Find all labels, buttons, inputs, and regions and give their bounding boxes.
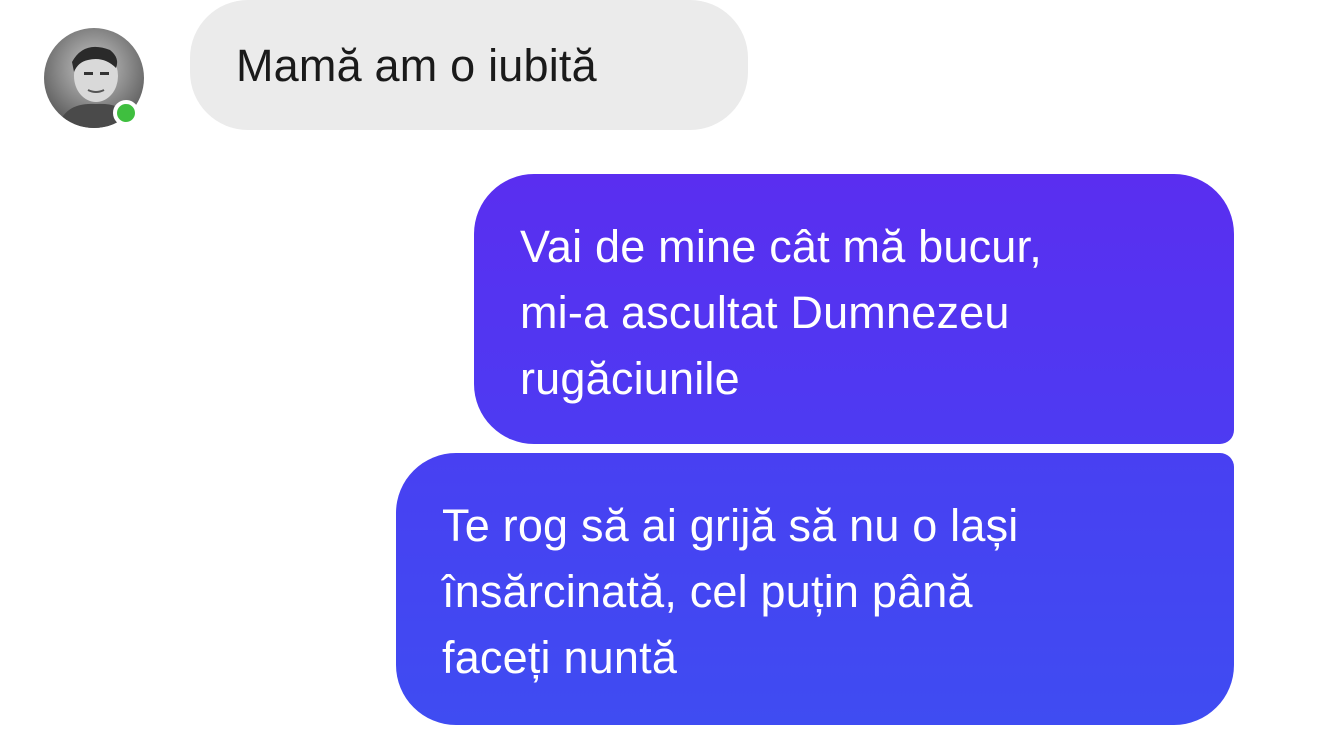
outgoing-message-bubble[interactable]: Te rog să ai grijă să nu o lași însărcin… xyxy=(396,453,1234,725)
chat-thread: Mamă am o iubită Vai de mine cât mă bucu… xyxy=(0,0,1320,743)
outgoing-message-bubble[interactable]: Vai de mine cât mă bucur, mi-a ascultat … xyxy=(474,174,1234,444)
message-text-line: faceți nuntă xyxy=(442,632,678,683)
incoming-message-bubble[interactable]: Mamă am o iubită xyxy=(190,0,748,130)
message-text-line: Vai de mine cât mă bucur, xyxy=(520,221,1042,272)
message-text-line: rugăciunile xyxy=(520,353,740,404)
message-text-line: Te rog să ai grijă să nu o lași xyxy=(442,500,1019,551)
message-text-line: Mamă am o iubită xyxy=(236,40,597,91)
message-text-line: însărcinată, cel puțin până xyxy=(442,566,973,617)
message-text-line: mi-a ascultat Dumnezeu xyxy=(520,287,1010,338)
online-status-dot xyxy=(113,100,139,126)
